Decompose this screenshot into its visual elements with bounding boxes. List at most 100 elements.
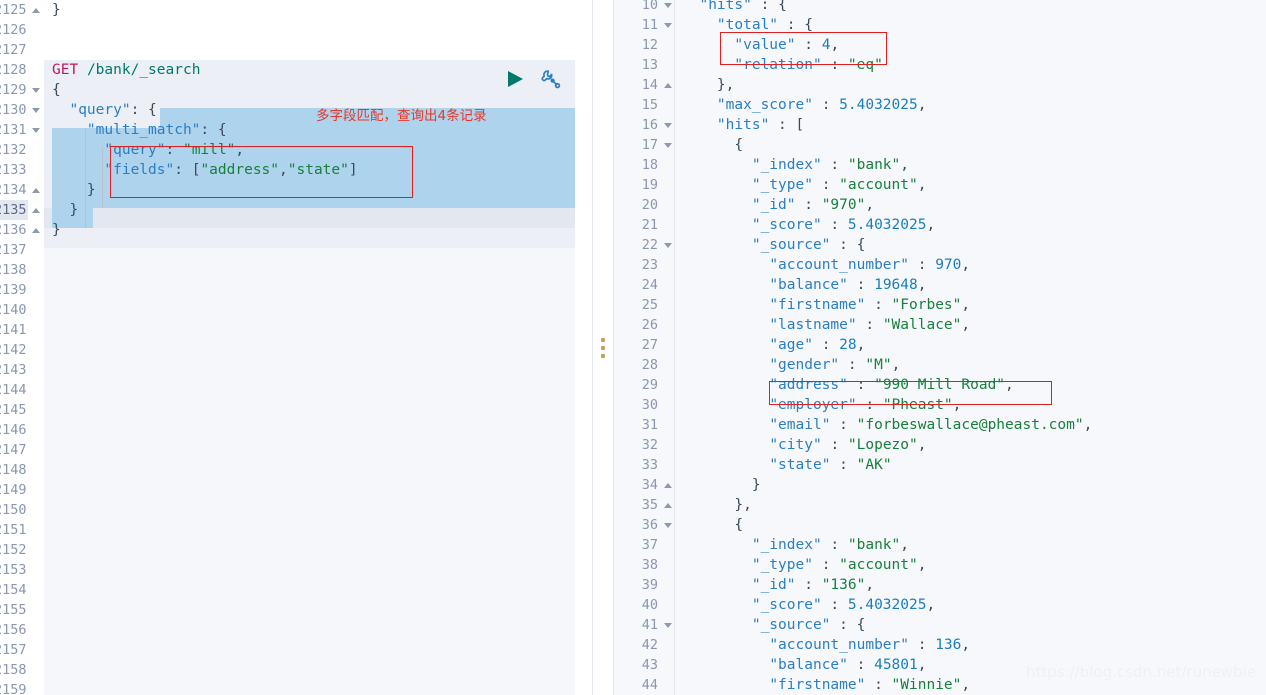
line-number[interactable]: 2126 [0, 20, 28, 40]
line-number[interactable]: 2146 [0, 420, 28, 440]
code-line[interactable] [52, 540, 592, 560]
code-line[interactable]: "state" : "AK" [682, 455, 1266, 475]
code-line[interactable] [52, 340, 592, 360]
code-line[interactable]: "relation" : "eq" [682, 55, 1266, 75]
code-line[interactable]: "address" : "990 Mill Road", [682, 375, 1266, 395]
fold-marker-expand-icon[interactable] [664, 521, 673, 530]
code-line[interactable] [52, 660, 592, 680]
fold-marker-expand-icon[interactable] [664, 121, 673, 130]
fold-marker-collapse-icon[interactable] [32, 186, 41, 195]
fold-marker-expand-icon[interactable] [664, 21, 673, 30]
line-number[interactable]: 2149 [0, 480, 28, 500]
fold-marker-collapse-icon[interactable] [664, 481, 673, 490]
line-number[interactable]: 2130 [0, 100, 40, 120]
line-number[interactable]: 2152 [0, 540, 28, 560]
line-number[interactable]: 13 [630, 55, 660, 75]
line-number[interactable]: 2139 [0, 280, 28, 300]
code-line[interactable]: "account_number" : 970, [682, 255, 1266, 275]
line-number[interactable]: 23 [630, 255, 660, 275]
fold-marker-collapse-icon[interactable] [32, 226, 41, 235]
request-pane[interactable]: 2125212621272128212921302131213221332134… [0, 0, 592, 695]
code-line[interactable]: "total" : { [682, 15, 1266, 35]
line-number[interactable]: 2127 [0, 40, 28, 60]
line-number[interactable]: 2131 [0, 120, 40, 140]
line-number[interactable]: 25 [630, 295, 660, 315]
code-line[interactable] [52, 480, 592, 500]
fold-marker-collapse-icon[interactable] [664, 501, 673, 510]
line-number[interactable]: 39 [630, 575, 660, 595]
code-line[interactable] [52, 620, 592, 640]
code-line[interactable]: "balance" : 19648, [682, 275, 1266, 295]
line-number[interactable]: 21 [630, 215, 660, 235]
line-number[interactable]: 2151 [0, 520, 28, 540]
code-line[interactable]: "_type" : "account", [682, 555, 1266, 575]
code-line[interactable] [52, 440, 592, 460]
line-number[interactable]: 2153 [0, 560, 28, 580]
line-number[interactable]: 20 [630, 195, 660, 215]
line-number[interactable]: 2135 [0, 200, 40, 220]
code-line[interactable]: { [682, 135, 1266, 155]
line-number[interactable]: 38 [630, 555, 660, 575]
wrench-settings-icon[interactable] [539, 68, 561, 90]
splitter-drag-handle-dots-icon[interactable] [601, 337, 605, 358]
line-number[interactable]: 2154 [0, 580, 28, 600]
line-number[interactable]: 11 [630, 15, 672, 35]
code-line[interactable] [52, 380, 592, 400]
line-number[interactable]: 34 [630, 475, 672, 495]
fold-marker-expand-icon[interactable] [32, 106, 41, 115]
code-line[interactable]: "_type" : "account", [682, 175, 1266, 195]
line-number[interactable]: 32 [630, 435, 660, 455]
line-number[interactable]: 19 [630, 175, 660, 195]
code-line[interactable] [52, 680, 592, 695]
code-line[interactable]: "max_score" : 5.4032025, [682, 95, 1266, 115]
line-number[interactable]: 28 [630, 355, 660, 375]
code-line[interactable] [52, 500, 592, 520]
code-line[interactable]: "hits" : { [682, 0, 1266, 15]
line-number[interactable]: 2128 [0, 60, 28, 80]
response-code-area[interactable]: "hits" : { "total" : { "value" : 4, "rel… [682, 0, 1266, 695]
code-line[interactable] [52, 260, 592, 280]
fold-marker-expand-icon[interactable] [32, 126, 41, 135]
code-line[interactable]: } [52, 0, 592, 20]
code-line[interactable]: "hits" : [ [682, 115, 1266, 135]
code-line[interactable]: } [52, 220, 592, 240]
line-number[interactable]: 14 [630, 75, 672, 95]
line-number[interactable]: 26 [630, 315, 660, 335]
code-line[interactable]: "age" : 28, [682, 335, 1266, 355]
line-number[interactable]: 16 [630, 115, 672, 135]
code-line[interactable] [52, 320, 592, 340]
line-number[interactable]: 2155 [0, 600, 28, 620]
code-line[interactable]: "firstname" : "Forbes", [682, 295, 1266, 315]
code-line[interactable]: "_source" : { [682, 235, 1266, 255]
code-line[interactable]: "fields": ["address","state"] [52, 160, 592, 180]
line-number[interactable]: 10 [630, 0, 672, 15]
fold-marker-expand-icon[interactable] [664, 141, 673, 150]
line-number[interactable]: 2136 [0, 220, 40, 240]
code-line[interactable] [52, 640, 592, 660]
fold-marker-collapse-icon[interactable] [32, 206, 41, 215]
line-number[interactable]: 2157 [0, 640, 28, 660]
fold-marker-collapse-icon[interactable] [32, 6, 41, 15]
line-number[interactable]: 37 [630, 535, 660, 555]
pane-splitter[interactable] [592, 0, 614, 695]
code-line[interactable] [52, 460, 592, 480]
line-number[interactable]: 2144 [0, 380, 28, 400]
code-line[interactable]: "_index" : "bank", [682, 155, 1266, 175]
line-number[interactable]: 2132 [0, 140, 28, 160]
fold-marker-expand-icon[interactable] [664, 621, 673, 630]
line-number[interactable]: 40 [630, 595, 660, 615]
line-number[interactable]: 2142 [0, 340, 28, 360]
line-number[interactable]: 22 [630, 235, 672, 255]
line-number[interactable]: 44 [630, 675, 660, 695]
line-number[interactable]: 2141 [0, 320, 28, 340]
line-number[interactable]: 2129 [0, 80, 40, 100]
code-line[interactable]: "_source" : { [682, 615, 1266, 635]
code-line[interactable] [52, 420, 592, 440]
line-number[interactable]: 2134 [0, 180, 40, 200]
line-number[interactable]: 2138 [0, 260, 28, 280]
line-number[interactable]: 31 [630, 415, 660, 435]
code-line[interactable]: "gender" : "M", [682, 355, 1266, 375]
line-number[interactable]: 35 [630, 495, 672, 515]
code-line[interactable]: "_id" : "970", [682, 195, 1266, 215]
line-number[interactable]: 2125 [0, 0, 40, 20]
